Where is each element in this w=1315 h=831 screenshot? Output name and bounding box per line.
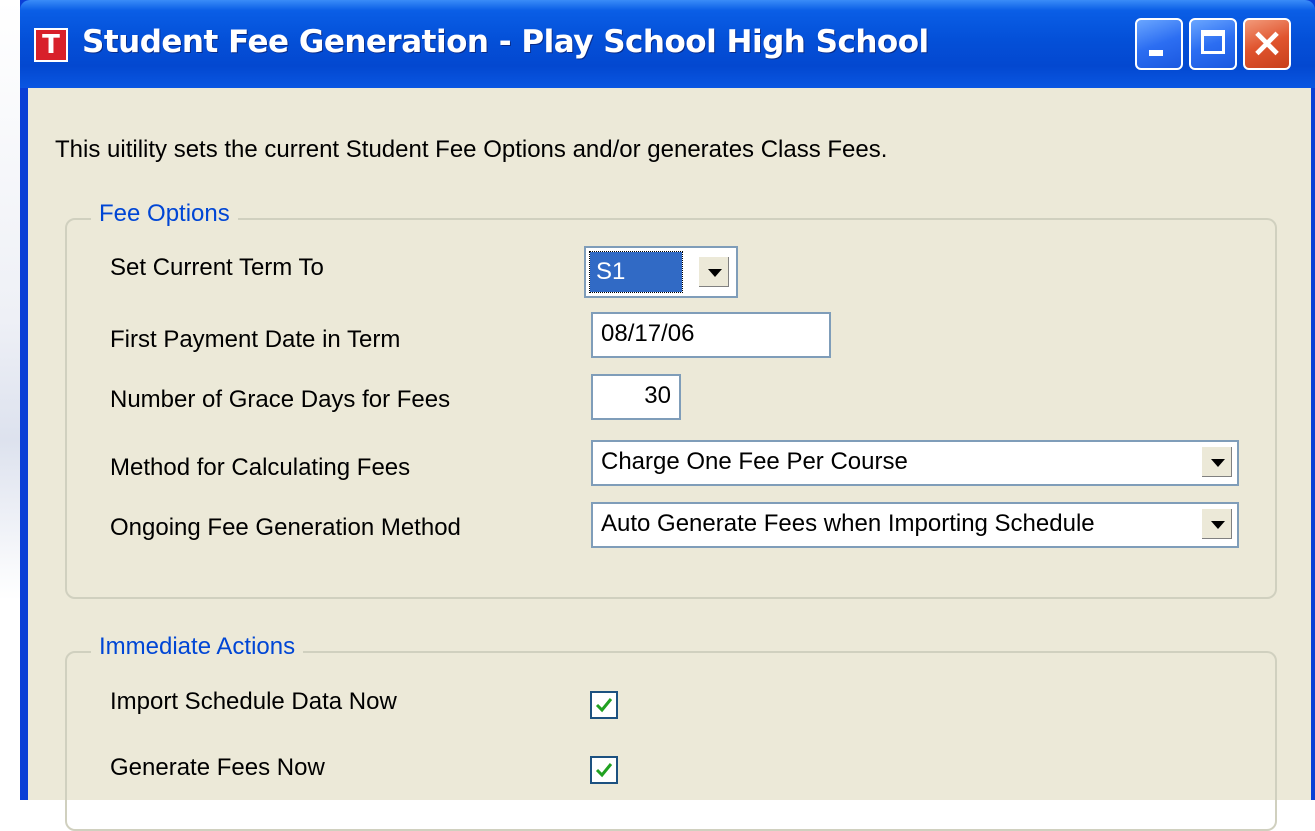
chevron-down-icon[interactable]: [1201, 508, 1233, 540]
close-icon: ×: [1250, 20, 1284, 66]
window-title: Student Fee Generation - Play School Hig…: [82, 24, 929, 60]
checkmark-icon: [595, 698, 613, 713]
ongoing-method-value: Auto Generate Fees when Importing Schedu…: [601, 510, 1095, 537]
calc-method-value: Charge One Fee Per Course: [601, 448, 908, 475]
checkmark-icon: [595, 763, 613, 778]
first-payment-date-label: First Payment Date in Term: [110, 326, 401, 353]
close-button[interactable]: ×: [1243, 18, 1291, 70]
import-schedule-checkbox[interactable]: [590, 691, 618, 719]
calc-method-label: Method for Calculating Fees: [110, 454, 411, 481]
grace-days-label: Number of Grace Days for Fees: [110, 386, 451, 413]
current-term-label: Set Current Term To: [110, 254, 324, 281]
app-t-icon: T: [34, 28, 68, 62]
current-term-select[interactable]: S1: [584, 246, 738, 298]
desktop-backdrop: [0, 0, 20, 800]
calc-method-select[interactable]: Charge One Fee Per Course: [591, 440, 1239, 486]
title-bar[interactable]: T Student Fee Generation - Play School H…: [20, 0, 1315, 88]
dialog-client-area: This uitility sets the current Student F…: [28, 88, 1311, 831]
ongoing-method-select[interactable]: Auto Generate Fees when Importing Schedu…: [591, 502, 1239, 548]
chevron-down-icon[interactable]: [1201, 446, 1233, 478]
chevron-down-icon[interactable]: [698, 256, 730, 288]
fee-generation-window: T Student Fee Generation - Play School H…: [20, 0, 1315, 831]
generate-fees-label: Generate Fees Now: [110, 754, 325, 781]
maximize-icon: [1201, 30, 1225, 54]
immediate-actions-group: Immediate Actions: [65, 633, 1277, 831]
maximize-button[interactable]: [1189, 18, 1237, 70]
intro-text: This uitility sets the current Student F…: [55, 136, 888, 163]
first-payment-date-field[interactable]: 08/17/06: [591, 312, 831, 358]
fee-options-legend: Fee Options: [91, 200, 238, 228]
generate-fees-checkbox[interactable]: [590, 756, 618, 784]
grace-days-field[interactable]: 30: [591, 374, 681, 420]
minimize-icon: [1149, 50, 1163, 56]
immediate-actions-legend: Immediate Actions: [91, 633, 304, 661]
minimize-button[interactable]: [1135, 18, 1183, 70]
ongoing-method-label: Ongoing Fee Generation Method: [110, 514, 461, 541]
import-schedule-label: Import Schedule Data Now: [110, 688, 397, 715]
current-term-value[interactable]: S1: [589, 251, 683, 293]
